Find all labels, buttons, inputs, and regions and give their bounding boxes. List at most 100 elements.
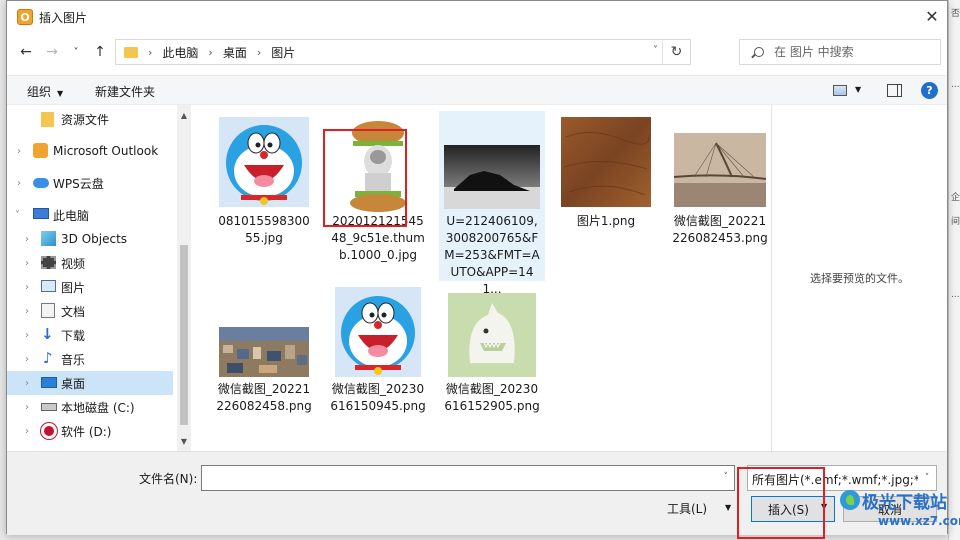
- drive-icon: [41, 403, 57, 411]
- tools-button[interactable]: 工具(L): [667, 500, 707, 517]
- sidebar-item-downloads[interactable]: › ↓ 下载: [7, 323, 173, 347]
- close-button[interactable]: ✕: [917, 1, 947, 31]
- help-icon[interactable]: ?: [921, 82, 938, 99]
- outlook-app-icon: O: [17, 9, 33, 25]
- chevron-right-icon[interactable]: ›: [25, 330, 29, 341]
- file-item[interactable]: 图片1.png: [553, 111, 659, 261]
- dialog-title: 插入图片: [39, 11, 88, 25]
- file-item[interactable]: 微信截图_20230616150945.png: [325, 285, 431, 441]
- search-icon: [754, 47, 764, 57]
- file-item[interactable]: 微信截图_20230616152905.png: [439, 285, 545, 441]
- background-text: ...: [951, 80, 960, 90]
- view-options-caret-icon[interactable]: ▼: [855, 85, 861, 94]
- sidebar-item-drive-c[interactable]: › 本地磁盘 (C:): [7, 395, 173, 419]
- watermark-text: 极光下载站: [862, 493, 947, 513]
- preview-placeholder: 选择要预览的文件。: [810, 272, 909, 285]
- scroll-down-icon[interactable]: ▼: [177, 434, 191, 448]
- sidebar-item-music[interactable]: › ♪ 音乐: [7, 347, 173, 371]
- sidebar-item-label: 本地磁盘 (C:): [61, 400, 135, 415]
- chevron-down-icon[interactable]: ˅: [724, 472, 729, 482]
- file-name: 图片1.png: [576, 214, 636, 228]
- city-thumbnail: [219, 327, 309, 377]
- sidebar-item-pictures[interactable]: › 图片: [7, 275, 173, 299]
- forward-button[interactable]: →: [41, 41, 63, 63]
- search-box[interactable]: [739, 39, 941, 65]
- chevron-down-icon[interactable]: ˅: [918, 466, 936, 490]
- address-dropdown-icon[interactable]: ˅: [653, 45, 658, 56]
- preview-pane-icon[interactable]: [887, 84, 902, 97]
- breadcrumb-separator[interactable]: ›: [257, 46, 261, 59]
- chevron-right-icon[interactable]: ›: [25, 282, 29, 293]
- chevron-right-icon[interactable]: ›: [17, 178, 21, 189]
- new-folder-button[interactable]: 新建文件夹: [95, 83, 155, 100]
- desktop-icon: [41, 377, 57, 388]
- sidebar-item-label: 视频: [61, 256, 86, 271]
- back-button[interactable]: ←: [15, 41, 37, 63]
- up-button[interactable]: ↑: [89, 41, 111, 63]
- file-item[interactable]: U=212406109,3008200765&FM=253&FMT=AUTO&A…: [439, 111, 545, 296]
- background-window-strip: 否 ... 企 间 ...: [948, 0, 960, 540]
- chevron-right-icon[interactable]: ›: [25, 234, 29, 245]
- refresh-button[interactable]: ↻: [662, 40, 690, 64]
- search-input[interactable]: [774, 45, 924, 59]
- chevron-right-icon[interactable]: ›: [25, 258, 29, 269]
- folder-icon: [41, 112, 54, 127]
- highlight-box-insert-button: [737, 467, 825, 539]
- sidebar-item-drive-d[interactable]: › 软件 (D:): [7, 419, 173, 443]
- chevron-right-icon[interactable]: ›: [25, 378, 29, 389]
- sidebar-item-label: 下载: [61, 328, 86, 343]
- change-view-icon[interactable]: [833, 85, 847, 96]
- doraemon-thumbnail: [219, 117, 309, 207]
- sidebar-item-label: 资源文件: [61, 112, 110, 127]
- computer-icon: [33, 208, 49, 219]
- navigation-scrollbar[interactable]: ▲ ▼: [177, 105, 191, 451]
- file-item[interactable]: 微信截图_20221226082453.png: [667, 111, 773, 261]
- sidebar-item-resource-files[interactable]: 资源文件: [7, 107, 173, 131]
- sidebar-item-label: 此电脑: [53, 208, 90, 223]
- sidebar-item-desktop[interactable]: › 桌面: [7, 371, 173, 395]
- sidebar-item-label: 音乐: [61, 352, 86, 367]
- file-item[interactable]: 微信截图_20221226082458.png: [211, 291, 317, 441]
- sidebar-item-3d-objects[interactable]: › 3D Objects: [7, 227, 173, 251]
- sidebar-item-label: 桌面: [61, 376, 86, 391]
- address-bar[interactable]: › 此电脑 › 桌面 › 图片 ˅ ↻: [115, 39, 691, 65]
- organize-label: 组织: [27, 85, 52, 99]
- breadcrumb-this-pc[interactable]: 此电脑: [162, 44, 198, 61]
- sidebar-item-this-pc[interactable]: ˅ 此电脑: [7, 203, 173, 227]
- scrollbar-thumb[interactable]: [180, 245, 188, 425]
- caret-down-icon: ▼: [57, 89, 64, 98]
- chevron-right-icon[interactable]: ›: [25, 426, 29, 437]
- chevron-right-icon[interactable]: ›: [17, 146, 21, 157]
- scroll-up-icon[interactable]: ▲: [177, 108, 191, 122]
- caret-down-icon[interactable]: ▼: [725, 503, 731, 512]
- file-item[interactable]: 08101559830055.jpg: [211, 111, 317, 261]
- recent-locations-button[interactable]: ˅: [65, 41, 87, 63]
- drive-d-icon: [41, 423, 57, 439]
- file-name: 微信截图_20221226082458.png: [216, 382, 312, 413]
- background-text: 否: [951, 9, 960, 19]
- arrow-up-icon: ↑: [94, 44, 106, 60]
- sidebar-item-videos[interactable]: › 视频: [7, 251, 173, 275]
- filename-combobox[interactable]: ˅: [201, 465, 735, 491]
- navigation-pane: 资源文件 › Microsoft Outlook › WPS云盘 ˅ 此电脑 ›…: [7, 105, 177, 451]
- breadcrumb-desktop[interactable]: 桌面: [223, 44, 247, 61]
- chevron-right-icon[interactable]: ›: [25, 306, 29, 317]
- background-text: 间: [951, 217, 960, 227]
- breadcrumb-pictures[interactable]: 图片: [271, 44, 295, 61]
- pictures-icon: [41, 280, 56, 292]
- sidebar-item-microsoft-outlook[interactable]: › Microsoft Outlook: [7, 139, 173, 163]
- highlight-box-selected-image: [323, 129, 407, 227]
- organize-menu[interactable]: 组织 ▼: [27, 83, 63, 100]
- breadcrumb-separator[interactable]: ›: [208, 46, 212, 59]
- chevron-right-icon[interactable]: ›: [25, 402, 29, 413]
- filename-input[interactable]: [202, 466, 702, 490]
- sidebar-item-documents[interactable]: › 文档: [7, 299, 173, 323]
- arrow-left-icon: ←: [20, 44, 32, 60]
- chevron-down-icon[interactable]: ˅: [15, 210, 20, 221]
- chevron-right-icon[interactable]: ›: [25, 354, 29, 365]
- title-bar[interactable]: O 插入图片 ✕: [7, 1, 947, 33]
- file-name: 微信截图_20230616150945.png: [330, 382, 426, 413]
- chevron-down-icon: ˅: [73, 46, 79, 58]
- sidebar-item-wps-cloud[interactable]: › WPS云盘: [7, 171, 173, 195]
- sidebar-item-label: 3D Objects: [61, 232, 128, 246]
